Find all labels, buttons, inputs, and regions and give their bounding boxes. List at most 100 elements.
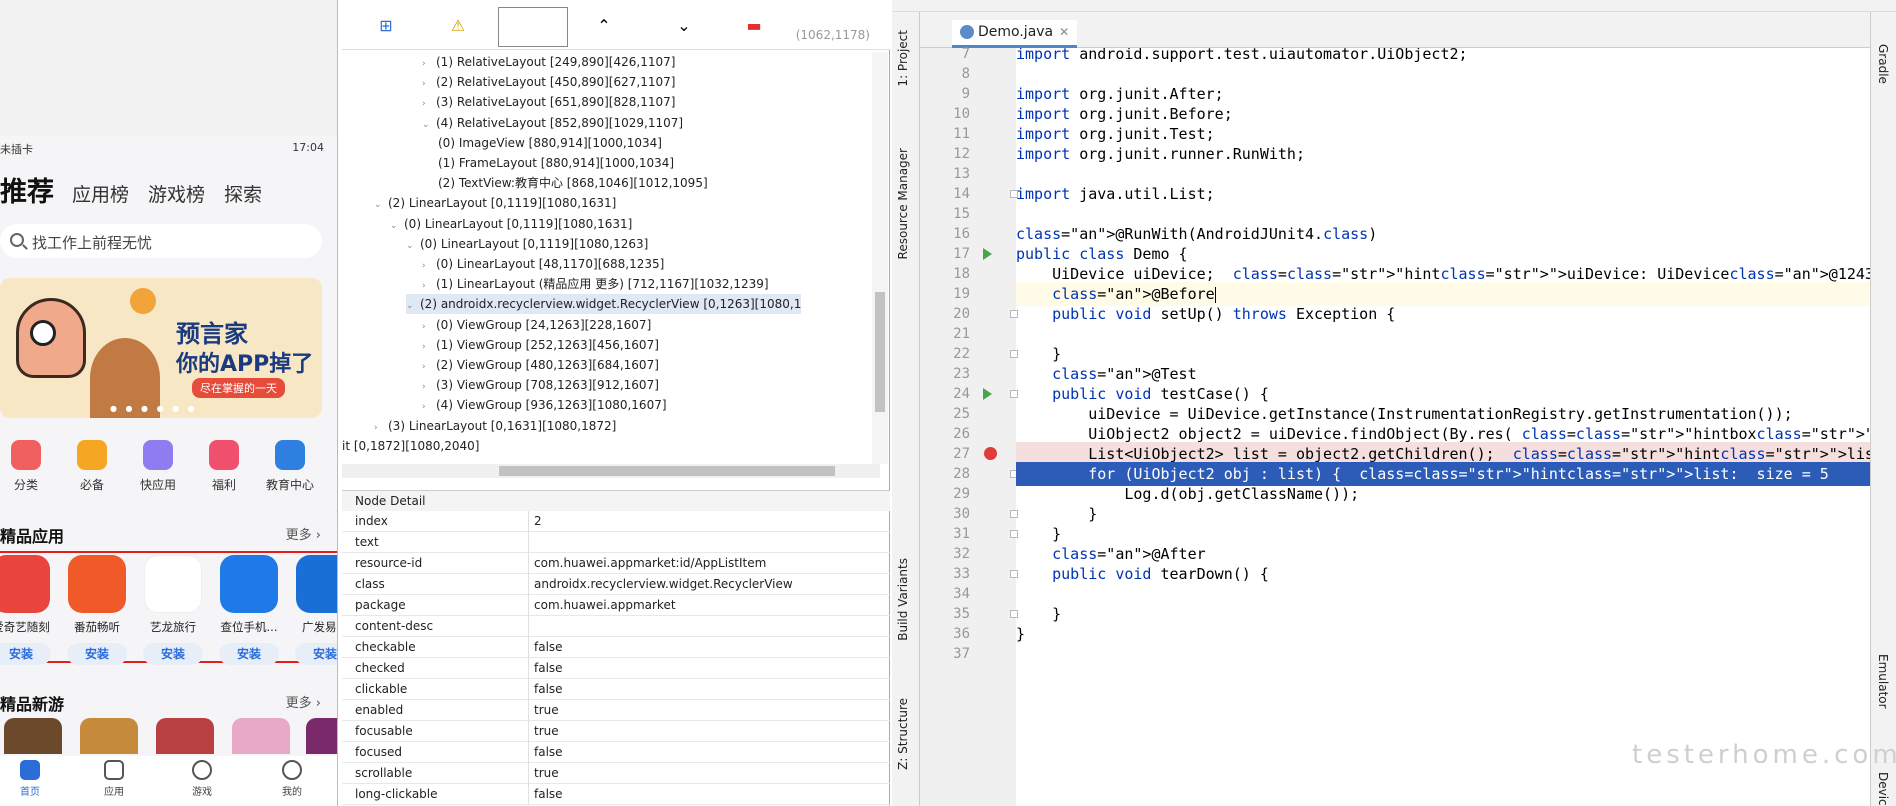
detail-row[interactable]: long-clickable false — [342, 784, 890, 805]
tool-resource-manager[interactable]: Resource Manager — [896, 148, 910, 259]
tree-node[interactable]: › (3) ViewGroup [708,1263][912,1607] — [422, 375, 659, 395]
tree-node[interactable]: › (3) LinearLayout [0,1631][1080,1872] — [374, 416, 616, 436]
tree-vertical-scrollbar[interactable] — [872, 52, 888, 464]
chevron-down-icon[interactable]: ⌄ — [390, 216, 404, 236]
nav-games[interactable]: 游戏 — [172, 760, 232, 798]
detail-row[interactable]: scrollable true — [342, 763, 890, 784]
tool-device[interactable]: Device — [1876, 772, 1890, 806]
file-tab-demo-java[interactable]: Demo.java ✕ — [952, 20, 1078, 48]
detail-row[interactable]: content-desc — [342, 616, 890, 637]
tab-recommend[interactable]: 推荐 — [0, 170, 54, 209]
scrollbar-thumb[interactable] — [875, 292, 885, 412]
chevron-right-icon[interactable]: › — [422, 74, 436, 94]
tool-build-variants[interactable]: Build Variants — [896, 558, 910, 641]
line-number-gutter[interactable]: 7 8 9 10 11 12 13 14 15 16 17 18 19 20 21 22 23 24 25 26 27 2… — [920, 46, 1018, 806]
game-thumb[interactable] — [306, 718, 337, 754]
chevron-right-icon[interactable]: › — [422, 256, 436, 276]
install-button[interactable]: 安装 — [219, 643, 279, 665]
nav-home[interactable]: 首页 — [0, 760, 60, 798]
tree-node[interactable]: › (0) LinearLayout [48,1170][688,1235] — [422, 254, 664, 274]
section-new-games-more[interactable]: 更多 › — [286, 692, 321, 711]
app-item[interactable]: 广发易淘 安装 — [290, 555, 337, 665]
tab-explore[interactable]: 探索 — [224, 180, 262, 207]
tree-horizontal-scrollbar[interactable] — [342, 464, 880, 478]
chevron-right-icon[interactable]: › — [422, 397, 436, 417]
tree-node[interactable]: ⌄ (4) RelativeLayout [852,890][1029,1107] — [422, 113, 683, 133]
tree-node[interactable]: ⌄ (2) LinearLayout [0,1119][1080,1631] — [374, 193, 616, 213]
detail-row[interactable]: enabled true — [342, 700, 890, 721]
promo-banner[interactable]: 预言家 你的APP掉了 尽在掌握的一天 ● ● ● ● ● ● — [0, 278, 322, 418]
run-gutter-icon[interactable] — [983, 248, 992, 260]
search-input[interactable]: 找工作上前程无忧 — [0, 224, 322, 258]
code-line[interactable] — [1016, 642, 1870, 666]
tree-node[interactable]: › (4) ViewGroup [936,1263][1080,1607] — [422, 395, 667, 415]
install-button[interactable]: 安装 — [295, 643, 337, 665]
chevron-down-icon[interactable]: ⌄ — [406, 296, 420, 316]
chevron-down-icon[interactable]: ⌄ — [406, 236, 420, 256]
game-thumb[interactable] — [80, 718, 138, 754]
expand-icon[interactable]: ⊞ — [374, 14, 398, 38]
install-button[interactable]: 安装 — [67, 643, 127, 665]
game-thumb[interactable] — [156, 718, 214, 754]
tree-node[interactable]: (1) FrameLayout [880,914][1000,1034] — [438, 153, 674, 173]
tree-node[interactable]: ⌄ (0) LinearLayout [0,1119][1080,1263] — [406, 234, 648, 254]
detail-row[interactable]: text — [342, 532, 890, 553]
chevron-down-icon[interactable]: ⌄ — [374, 195, 388, 215]
install-button[interactable]: 安装 — [143, 643, 203, 665]
app-item[interactable]: 查位手机... 安装 — [214, 555, 284, 665]
chevron-down-icon[interactable]: ⌄ — [672, 14, 696, 38]
run-gutter-icon[interactable] — [983, 388, 992, 400]
game-thumb[interactable] — [4, 718, 62, 754]
section-featured-apps-more[interactable]: 更多 › — [286, 524, 321, 543]
chevron-right-icon[interactable]: › — [422, 317, 436, 337]
tree-node[interactable]: ⌄ (2) androidx.recyclerview.widget.Recycl… — [406, 294, 802, 316]
tree-node[interactable]: › (2) ViewGroup [480,1263][684,1607] — [422, 355, 659, 375]
tree-node[interactable]: it [0,1872][1080,2040] — [342, 436, 479, 456]
code-area[interactable]: import android.support.test.uiautomator.… — [1016, 48, 1870, 806]
nav-profile[interactable]: 我的 — [262, 760, 322, 798]
tool-emulator[interactable]: Emulator — [1876, 654, 1890, 709]
chevron-right-icon[interactable]: › — [422, 94, 436, 114]
detail-row[interactable]: checkable false — [342, 637, 890, 658]
tree-node[interactable]: (0) ImageView [880,914][1000,1034] — [438, 133, 662, 153]
tree-node[interactable]: › (1) LinearLayout (精品应用 更多) [712,1167][1… — [422, 274, 769, 294]
app-item[interactable]: 艺龙旅行 安装 — [138, 555, 208, 665]
hierarchy-tree[interactable]: › (1) RelativeLayout [249,890][426,1107] ›… — [342, 52, 880, 464]
chevron-right-icon[interactable]: › — [422, 54, 436, 74]
quick-item-welfare[interactable]: 福利 — [194, 440, 254, 493]
detail-row[interactable]: checked false — [342, 658, 890, 679]
chevron-right-icon[interactable]: › — [374, 418, 388, 438]
tab-game-rank[interactable]: 游戏榜 — [148, 180, 205, 207]
tree-node[interactable]: › (1) ViewGroup [252,1263][456,1607] — [422, 335, 659, 355]
tree-node[interactable]: › (0) ViewGroup [24,1263][228,1607] — [422, 315, 651, 335]
detail-row[interactable]: focusable true — [342, 721, 890, 742]
detail-row[interactable]: resource-id com.huawei.appmarket:id/AppLi… — [342, 553, 890, 574]
tab-app-rank[interactable]: 应用榜 — [72, 180, 129, 207]
nav-apps[interactable]: 应用 — [84, 760, 144, 798]
minus-icon[interactable]: ▬ — [742, 14, 766, 38]
detail-row[interactable]: index 2 — [342, 511, 890, 532]
tree-node[interactable]: › (3) RelativeLayout [651,890][828,1107] — [422, 92, 675, 112]
tree-node[interactable]: › (2) RelativeLayout [450,890][627,1107] — [422, 72, 675, 92]
quick-item-quickapp[interactable]: 快应用 — [128, 440, 188, 493]
tree-node[interactable]: (2) TextView:教育中心 [868,1046][1012,1095] — [438, 173, 708, 193]
chevron-up-icon[interactable]: ⌃ — [592, 14, 616, 38]
quick-item-education[interactable]: 教育中心 — [260, 440, 320, 493]
chevron-right-icon[interactable]: › — [422, 337, 436, 357]
warning-icon[interactable]: ⚠ — [446, 14, 470, 38]
app-item[interactable]: 番茄畅听 安装 — [62, 555, 132, 665]
close-icon[interactable]: ✕ — [1059, 25, 1069, 39]
chevron-right-icon[interactable]: › — [422, 357, 436, 377]
detail-row[interactable]: focused false — [342, 742, 890, 763]
quick-item-essentials[interactable]: 必备 — [62, 440, 122, 493]
app-item[interactable]: 爱奇艺随刻 安装 — [0, 555, 56, 665]
tree-node[interactable]: ⌄ (0) LinearLayout [0,1119][1080,1631] — [390, 214, 632, 234]
tool-project[interactable]: 1: Project — [896, 30, 910, 87]
tree-node[interactable]: › (1) RelativeLayout [249,890][426,1107] — [422, 52, 675, 72]
tool-gradle[interactable]: Gradle — [1876, 44, 1890, 84]
install-button[interactable]: 安装 — [0, 643, 51, 665]
breakpoint-icon[interactable] — [984, 447, 997, 460]
game-thumb[interactable] — [232, 718, 290, 754]
chevron-right-icon[interactable]: › — [422, 377, 436, 397]
chevron-down-icon[interactable]: ⌄ — [422, 115, 436, 135]
